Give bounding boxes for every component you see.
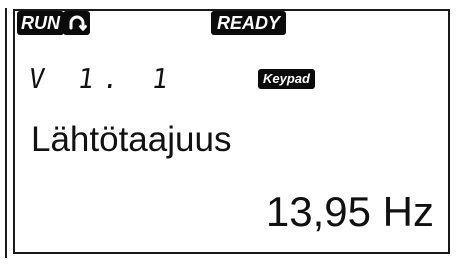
left-edge-line	[5, 8, 7, 258]
parameter-code: V 1. 1	[26, 64, 179, 96]
loop-arrow-icon	[63, 11, 90, 35]
control-place-badge: Keypad	[258, 69, 315, 89]
parameter-name: Lähtötaajuus	[31, 120, 232, 159]
ready-status-badge: READY	[211, 11, 287, 35]
loop-arrow-glyph	[69, 15, 87, 31]
parameter-value: 13,95 Hz	[265, 188, 434, 235]
run-status-badge: RUN	[17, 11, 64, 35]
